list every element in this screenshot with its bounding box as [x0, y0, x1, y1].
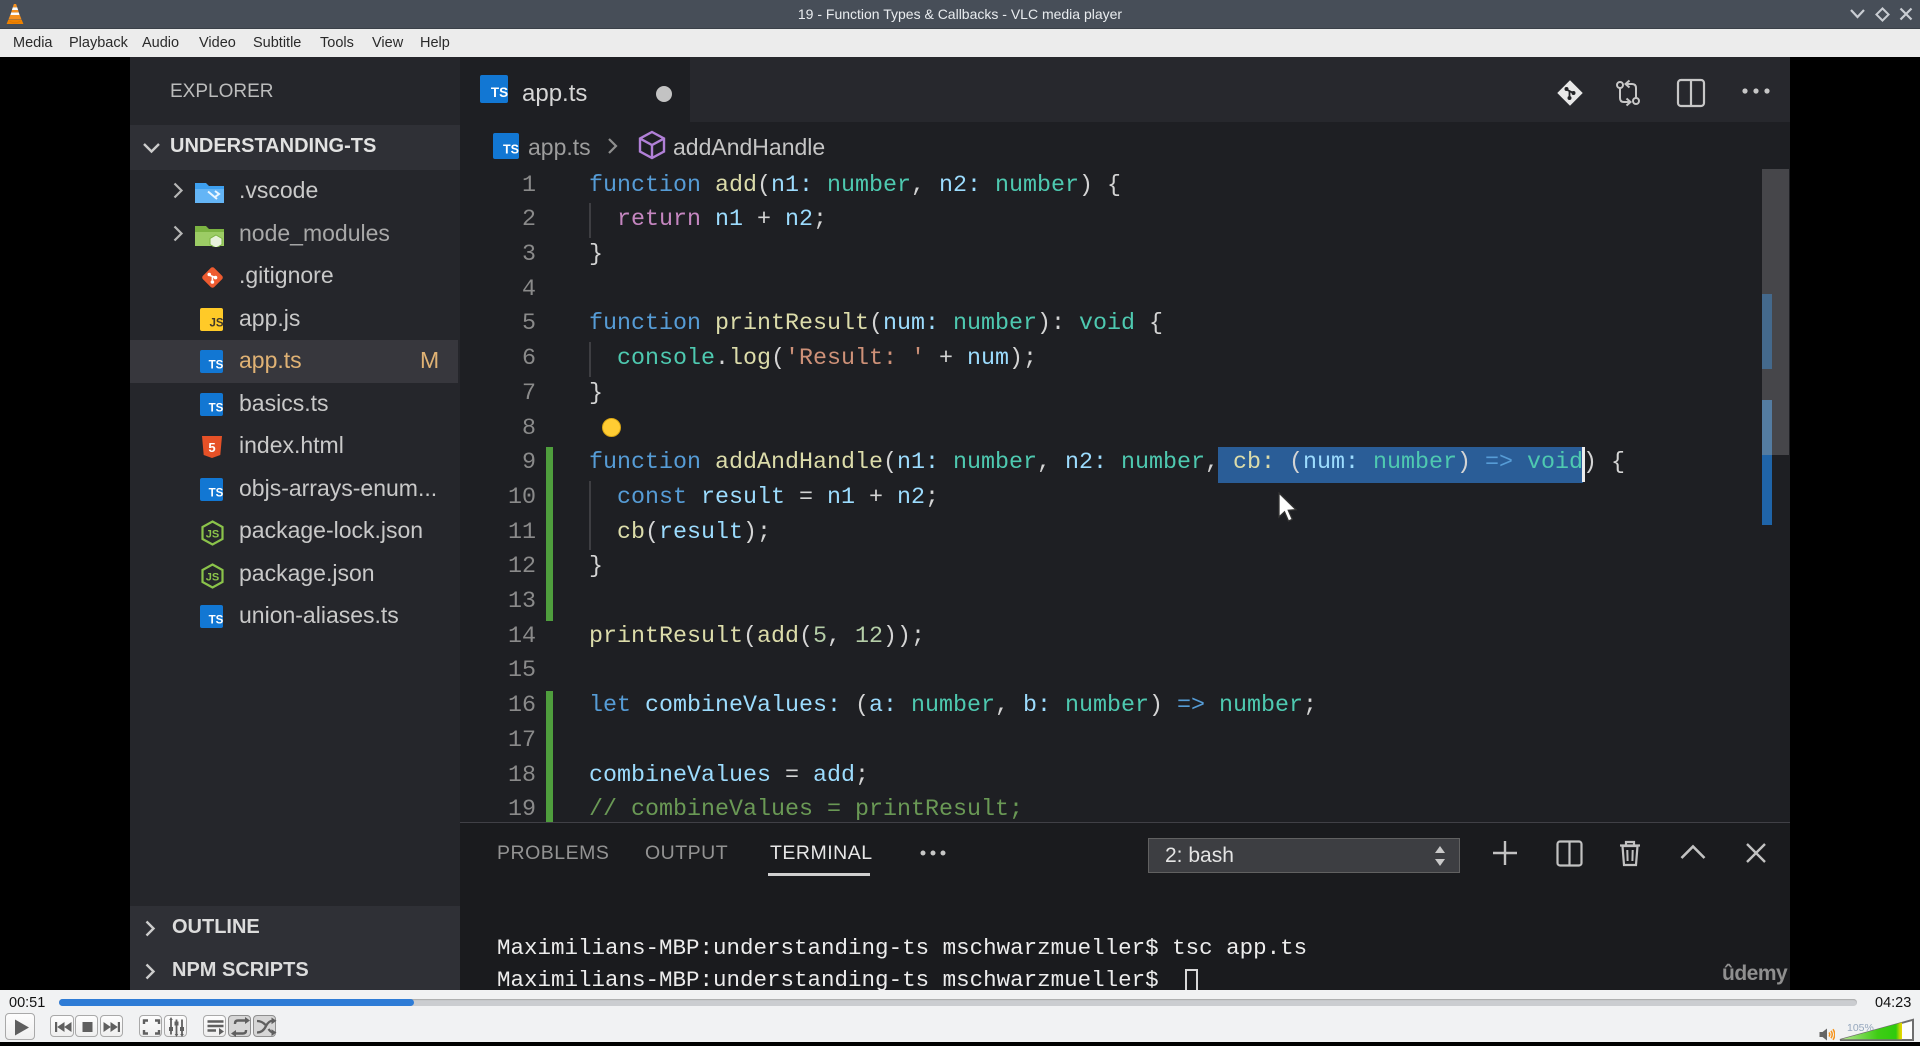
svg-text:5: 5 — [208, 440, 215, 455]
svg-text:TS: TS — [209, 615, 223, 627]
svg-text:TS: TS — [209, 402, 223, 414]
svg-text:TS: TS — [503, 143, 519, 157]
svg-text:TS: TS — [491, 85, 508, 100]
svg-text:JS: JS — [206, 571, 219, 583]
svg-text:TS: TS — [209, 487, 223, 499]
svg-text:TS: TS — [209, 360, 223, 372]
svg-text:JS: JS — [209, 317, 223, 329]
svg-text:JS: JS — [206, 529, 219, 541]
